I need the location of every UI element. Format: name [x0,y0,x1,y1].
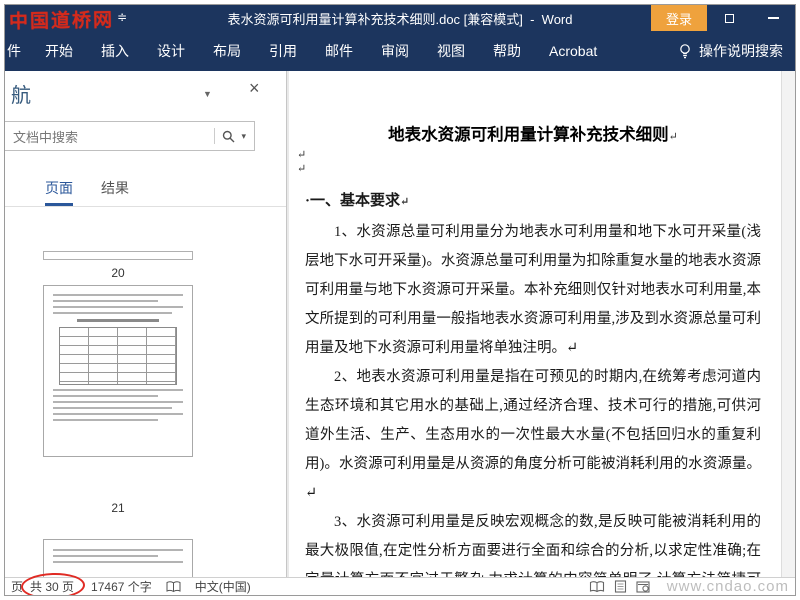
screenshot-frame: 中国道桥网 ≑ 表水资源可利用量计算补充技术细则.doc [兼容模式] - Wo… [0,0,800,600]
thumbnail-text-line [53,306,183,308]
restore-icon [724,13,734,23]
search-controls: ▾ [207,128,246,144]
minimize-icon [767,17,779,19]
thumbnail-text-line [53,555,158,557]
page-thumbnail-21[interactable] [43,539,193,577]
tab-help[interactable]: 帮助 [479,31,535,71]
paragraph: 3、水资源可利用量是反映宏观概念的数,是反映可能被消耗利用的最大极限值,在定性分… [305,514,761,577]
thumbnail-text-line [53,395,158,397]
thumbnail-heading-line [77,319,159,322]
tab-file-partial[interactable]: 件 [5,31,31,71]
quick-access-toolbar-icon[interactable]: ≑ [117,10,127,24]
window-title: 表水资源可利用量计算补充技术细则.doc [兼容模式] - Word [227,11,573,27]
site-url-watermark: www.cndao.com [666,578,789,595]
thumbnail-text-line [53,419,158,421]
section-heading: ·一、基本要求↵ [305,193,410,209]
page-number-label: 20 [111,266,125,280]
nav-tab-pages[interactable]: 页面 [45,178,73,206]
empty-paragraph-marks: ↵ ↵ [297,149,307,175]
page-thumbnail-20[interactable] [43,285,193,457]
thumbnail-text-line [53,407,172,409]
page-total: 共 30 页 [20,571,86,595]
search-divider [214,128,216,144]
document-body: 1、水资源总量可利用量分为地表水可利用量和地下水可开采量(浅层地下水可开采量)。… [305,218,761,577]
title-bar: 中国道桥网 ≑ 表水资源可利用量计算补充技术细则.doc [兼容模式] - Wo… [5,5,795,33]
tab-insert[interactable]: 插入 [87,31,143,71]
proofing-status[interactable] [166,580,181,593]
tab-view[interactable]: 视图 [423,31,479,71]
navigation-pane-title: 航 [11,85,31,107]
document-area: 地表水资源可利用量计算补充技术细则↵ ↵ ↵ ·一、基本要求↵ 1、水资源总量可… [287,71,795,577]
tab-layout[interactable]: 布局 [199,31,255,71]
pilcrow-mark: ↵ [400,196,410,208]
close-icon[interactable]: × [249,79,260,97]
window-controls: 登录 [650,5,795,31]
thumbnail-text-line [53,549,183,551]
document-page[interactable]: 地表水资源可利用量计算补充技术细则↵ ↵ ↵ ·一、基本要求↵ 1、水资源总量可… [289,71,781,577]
read-mode-icon[interactable] [589,580,605,593]
page-indicator-partial: 页 [11,580,24,594]
paragraph: 2、地表水资源可利用量是指在可预见的时期内,在统筹考虑河道内生态环境和其它用水的… [305,369,761,501]
tell-me-search[interactable]: 操作说明搜索 [678,41,789,61]
minimize-button[interactable] [751,5,795,31]
main-content: 航 ▼ × 文档中搜索 ▾ 页面 结果 20 21 地表水资源可利用量计算补充技… [5,71,795,577]
word-count[interactable]: 17467 个字 [91,578,152,595]
book-icon [166,580,181,592]
thumbnail-text-line [53,389,183,391]
thumbnail-text-line [53,401,183,403]
nav-tab-results[interactable]: 结果 [101,178,129,206]
chevron-down-icon[interactable]: ▼ [203,89,212,99]
document-title: 地表水资源可利用量计算补充技术细则↵ [388,125,678,144]
thumbnail-text-line [53,294,183,296]
search-dropdown-icon[interactable]: ▾ [241,131,246,142]
language-indicator[interactable]: 中文(中国) [195,578,251,595]
page-number-label: 21 [111,501,125,515]
navigation-pane: 航 ▼ × 文档中搜索 ▾ 页面 结果 20 21 [5,71,287,577]
view-controls: www.cndao.com [589,578,789,595]
tab-home[interactable]: 开始 [31,31,87,71]
status-bar: 页 共 30 页 17467 个字 中文(中国) www.cndao.com [5,571,795,595]
magnifier-icon[interactable] [222,130,235,143]
thumbnail-text-line [53,561,183,563]
thumbnail-text-line [53,300,158,302]
thumbnail-text-line [53,312,172,314]
print-layout-icon[interactable] [614,580,627,593]
navigation-tabs: 页面 结果 [5,171,286,207]
tab-acrobat[interactable]: Acrobat [535,31,611,71]
tab-references[interactable]: 引用 [255,31,311,71]
pilcrow-mark: ↵ [668,131,678,143]
thumbnail-text-line [53,413,183,415]
ribbon-tab-row: 件 开始 插入 设计 布局 引用 邮件 审阅 视图 帮助 Acrobat 操作说… [5,31,795,71]
tab-review[interactable]: 审阅 [367,31,423,71]
page-thumbnail-list: 20 21 [5,211,286,577]
tab-design[interactable]: 设计 [143,31,199,71]
thumbnail-table [59,327,177,385]
sign-in-button[interactable]: 登录 [650,5,707,31]
document-search-input[interactable]: 文档中搜索 ▾ [5,121,255,151]
restore-button[interactable] [707,5,751,31]
site-logo-watermark: 中国道桥网 [8,9,115,33]
lightbulb-icon [680,44,690,59]
page-indicator[interactable]: 页 共 30 页 [11,571,86,595]
tab-mailings[interactable]: 邮件 [311,31,367,71]
word-window: 中国道桥网 ≑ 表水资源可利用量计算补充技术细则.doc [兼容模式] - Wo… [4,4,796,596]
vertical-scrollbar[interactable] [781,71,795,577]
page-thumbnail-partial-top[interactable] [43,251,193,260]
tell-me-label: 操作说明搜索 [699,43,783,59]
paragraph: 1、水资源总量可利用量分为地表水可利用量和地下水可开采量(浅层地下水可开采量)。… [305,224,761,356]
web-layout-icon[interactable] [636,580,650,593]
search-placeholder: 文档中搜索 [13,129,79,145]
